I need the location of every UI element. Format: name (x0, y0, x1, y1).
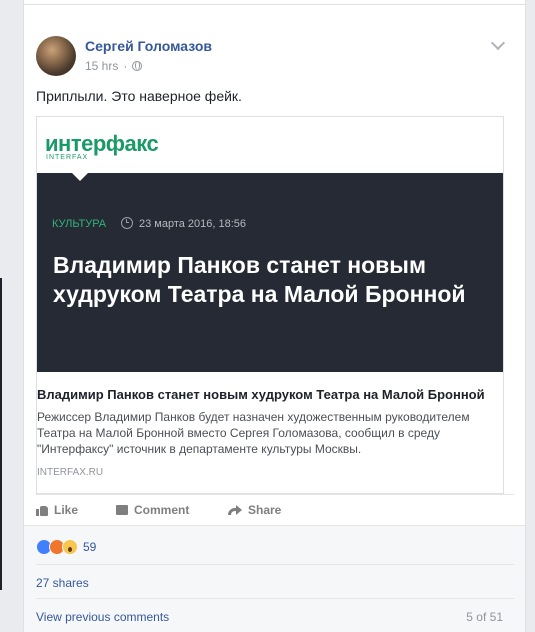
link-preview[interactable]: интерфакс INTERFAX КУЛЬТУРА 23 марта 201… (36, 116, 504, 494)
post-meta: 15 hrs · (85, 59, 143, 73)
like-label: Like (54, 503, 79, 517)
shares-count[interactable]: 27 shares (36, 576, 89, 590)
avatar[interactable] (36, 36, 76, 76)
thumbs-up-icon (36, 505, 48, 516)
share-icon (228, 505, 242, 515)
reactions-summary[interactable]: 59 (36, 539, 96, 555)
divider (36, 564, 514, 565)
reaction-count[interactable]: 59 (83, 540, 96, 554)
link-description: Режиссер Владимир Панков будет назначен … (37, 410, 470, 456)
comment-label: Comment (134, 503, 190, 517)
link-domain: INTERFAX.RU (37, 467, 104, 478)
divider (36, 494, 514, 495)
comment-button[interactable]: Comment (116, 503, 189, 517)
like-button[interactable]: Like (36, 503, 78, 517)
share-label: Share (248, 503, 282, 517)
link-text-area: Владимир Панков станет новым худруком Те… (37, 117, 503, 493)
comments-pager: 5 of 51 (466, 610, 503, 624)
link-title[interactable]: Владимир Панков станет новым худруком Те… (37, 387, 485, 402)
author-name[interactable]: Сергей Голомазов (85, 38, 212, 54)
divider (24, 4, 525, 5)
chevron-down-icon[interactable] (490, 35, 506, 51)
share-button[interactable]: Share (228, 503, 281, 517)
wow-reaction-icon (62, 539, 78, 555)
view-previous-comments[interactable]: View previous comments (36, 610, 169, 624)
post-card: Сергей Голомазов 15 hrs · Приплыли. Это … (23, 0, 526, 632)
meta-separator: · (123, 59, 128, 73)
comment-icon (116, 505, 128, 515)
post-time[interactable]: 15 hrs (85, 59, 118, 73)
divider (36, 598, 514, 599)
background-edge (0, 278, 2, 590)
post-footer: 59 27 shares View previous comments 5 of… (24, 525, 525, 632)
globe-icon[interactable] (132, 61, 143, 71)
post-text: Приплыли. Это наверное фейк. (36, 88, 242, 104)
